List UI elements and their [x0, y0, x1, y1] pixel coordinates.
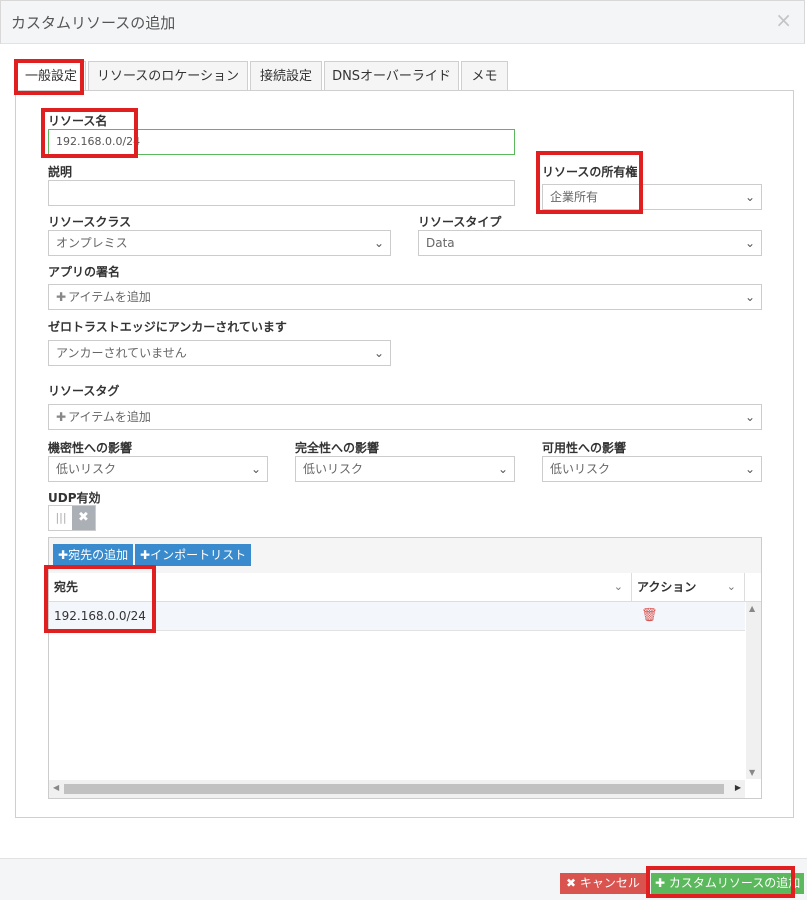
dialog-header: カスタムリソースの追加 × [0, 0, 805, 44]
vertical-scrollbar[interactable]: ▲ ▼ [746, 602, 761, 779]
plus-icon: ✚ [655, 876, 669, 890]
chevron-down-icon: ⌄ [744, 462, 755, 476]
resource-class-select[interactable]: オンプレミス ⌄ [48, 230, 391, 256]
table-row[interactable]: 192.168.0.0/24 🗑 [49, 602, 745, 631]
resource-type-select[interactable]: Data ⌄ [418, 230, 762, 256]
import-list-label: インポートリスト [150, 548, 247, 562]
scroll-left-icon[interactable]: ◀ [53, 783, 59, 792]
add-custom-resource-label: カスタムリソースの追加 [668, 876, 801, 890]
resource-name-input[interactable]: 192.168.0.0/24 [48, 129, 515, 155]
horizontal-scrollbar[interactable]: ◀ ▶ [49, 780, 745, 798]
scroll-right-icon[interactable]: ▶ [735, 783, 741, 792]
description-input[interactable] [48, 180, 515, 206]
chevron-down-icon: ⌄ [373, 236, 384, 250]
chevron-down-icon: ⌄ [250, 462, 261, 476]
resource-type-label: リソースタイプ [418, 215, 502, 229]
availability-label: 可用性への影響 [542, 441, 627, 455]
chevron-down-icon: ⌄ [744, 290, 755, 304]
resource-class-value: オンプレミス [56, 236, 128, 250]
import-list-button[interactable]: ✚インポートリスト [135, 544, 252, 566]
cancel-button[interactable]: ✖ キャンセル [560, 873, 646, 894]
chevron-down-icon: ⌄ [744, 236, 755, 250]
availability-value: 低いリスク [550, 462, 611, 476]
add-destination-button[interactable]: ✚宛先の追加 [53, 544, 134, 566]
confidentiality-select[interactable]: 低いリスク ⌄ [48, 456, 268, 482]
resource-tags-label: リソースタグ [48, 384, 120, 398]
app-signature-select[interactable]: ✚ アイテムを追加 ⌄ [48, 284, 762, 310]
plus-icon: ✚ [58, 548, 69, 562]
udp-label: UDP有効 [48, 491, 101, 505]
close-icon: ✖ [566, 876, 580, 890]
integrity-value: 低いリスク [303, 462, 364, 476]
cancel-label: キャンセル [579, 876, 640, 890]
column-label: 宛先 [54, 580, 79, 594]
chevron-down-icon: ⌄ [613, 580, 623, 593]
app-signature-placeholder: アイテムを追加 [68, 290, 151, 304]
tab-memo[interactable]: メモ [461, 61, 508, 91]
add-destination-label: 宛先の追加 [68, 548, 129, 562]
destination-grid: ✚宛先の追加 ✚インポートリスト 宛先 ⌄ アクション ⌄ 192.168.0.0/… [48, 537, 762, 799]
add-custom-resource-button[interactable]: ✚ カスタムリソースの追加 [651, 873, 805, 894]
confidentiality-value: 低いリスク [56, 462, 117, 476]
confidentiality-label: 機密性への影響 [48, 441, 133, 455]
grid-header: 宛先 ⌄ アクション ⌄ [49, 573, 761, 602]
chevron-down-icon: ⌄ [744, 410, 755, 424]
tab-resource-location[interactable]: リソースのロケーション [88, 61, 248, 91]
column-label: アクション [637, 580, 697, 594]
dialog-title: カスタムリソースの追加 [11, 14, 176, 32]
zero-trust-edge-select[interactable]: アンカーされていません ⌄ [48, 340, 391, 366]
plus-icon: ✚ [140, 548, 151, 562]
udp-toggle[interactable]: ||| ✖ [48, 505, 96, 531]
resource-type-value: Data [426, 236, 455, 250]
close-icon: ✖ [72, 506, 95, 530]
scroll-down-icon[interactable]: ▼ [749, 768, 755, 777]
tab-general-settings[interactable]: 一般設定 [16, 61, 86, 92]
close-icon[interactable]: × [775, 10, 792, 30]
destination-cell: 192.168.0.0/24 [54, 609, 146, 623]
column-header-destination[interactable]: 宛先 ⌄ [49, 573, 632, 601]
resource-name-label: リソース名 [48, 114, 108, 128]
resource-class-label: リソースクラス [48, 215, 132, 229]
integrity-select[interactable]: 低いリスク ⌄ [295, 456, 515, 482]
tab-dns-override[interactable]: DNSオーバーライド [324, 61, 459, 91]
grid-toolbar: ✚宛先の追加 ✚インポートリスト [49, 538, 761, 574]
description-label: 説明 [48, 165, 73, 179]
chevron-down-icon: ⌄ [497, 462, 508, 476]
zero-trust-edge-label: ゼロトラストエッジにアンカーされています [48, 320, 287, 334]
ownership-label: リソースの所有権 [542, 165, 638, 179]
column-header-action[interactable]: アクション ⌄ [632, 573, 745, 601]
resource-tags-placeholder: アイテムを追加 [68, 410, 151, 424]
integrity-label: 完全性への影響 [295, 441, 380, 455]
chevron-down-icon: ⌄ [373, 346, 384, 360]
zero-trust-edge-value: アンカーされていません [56, 346, 187, 360]
scroll-up-icon[interactable]: ▲ [749, 604, 755, 613]
app-signature-label: アプリの署名 [48, 265, 121, 279]
toggle-handle-icon: ||| [49, 506, 74, 530]
resource-tags-select[interactable]: ✚ アイテムを追加 ⌄ [48, 404, 762, 430]
chevron-down-icon: ⌄ [726, 580, 736, 593]
trash-icon[interactable]: 🗑 [641, 602, 658, 630]
plus-icon: ✚ [56, 410, 67, 424]
plus-icon: ✚ [56, 290, 67, 304]
ownership-select[interactable]: 企業所有 ⌄ [542, 184, 762, 210]
ownership-value: 企業所有 [550, 190, 599, 204]
chevron-down-icon: ⌄ [744, 190, 755, 204]
availability-select[interactable]: 低いリスク ⌄ [542, 456, 762, 482]
scrollbar-thumb[interactable] [64, 784, 724, 794]
tab-connection-settings[interactable]: 接続設定 [250, 61, 322, 91]
